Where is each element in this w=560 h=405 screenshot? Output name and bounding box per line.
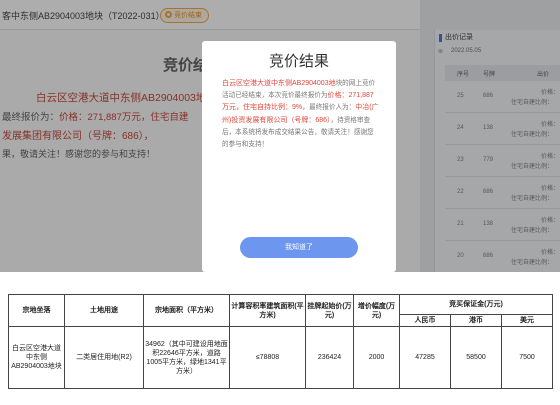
th-area: 宗地面积（平方米） — [143, 294, 230, 327]
th-usd: 美元 — [501, 314, 553, 327]
th-deposit: 竞买保证金(万元) — [399, 294, 553, 315]
th-land-use: 土地用途 — [64, 294, 144, 327]
td-rmb: 47285 — [399, 326, 451, 389]
auction-result-dialog: 竞价结果 白云区空港大道中东侧AB2904003地块的网上竞价活动已经结束，本次… — [202, 41, 396, 272]
th-increment: 增价幅度(万元) — [353, 294, 400, 327]
dialog-winner-label: 最终报价人为： — [309, 104, 356, 112]
th-hkd: 港币 — [450, 314, 502, 327]
dialog-body: 白云区空港大道中东侧AB2904003地块的网上竞价活动已经结束，本次竞价最终报… — [222, 78, 380, 151]
th-location: 宗地坐落 — [8, 294, 65, 327]
screenshot-region: 客中东侧AB2904003地块（T2022-031） 竞价结束 竞价结 白云区空… — [0, 0, 560, 272]
td-far-area: ≤78808 — [229, 326, 306, 389]
table-row: 白云区空港大道中东侧AB2904003地块 二类居住用地(R2) 34962（其… — [8, 326, 553, 389]
parcel-info-table: 宗地坐落 土地用途 宗地面积（平方米） 计算容积率建筑面积(平方米) 挂牌起始价… — [8, 294, 553, 390]
acknowledge-button[interactable]: 我知道了 — [240, 237, 358, 258]
td-start-price: 236424 — [305, 326, 354, 389]
th-start-price: 挂牌起始价(万元) — [305, 294, 354, 327]
dialog-parcel: 白云区空港大道中东侧AB2904003地 — [222, 80, 336, 87]
td-increment: 2000 — [353, 326, 400, 389]
td-usd: 7500 — [501, 326, 553, 389]
th-far-area: 计算容积率建筑面积(平方米) — [229, 294, 306, 327]
th-rmb: 人民币 — [399, 314, 451, 327]
dialog-title: 竞价结果 — [268, 53, 329, 70]
td-land-use: 二类居住用地(R2) — [64, 326, 144, 389]
td-hkd: 58500 — [450, 326, 502, 389]
td-area: 34962（其中可建设用地面积22646平方米，道路1005平方米，绿地1341… — [143, 326, 230, 389]
td-location: 白云区空港大道中东侧AB2904003地块 — [8, 326, 65, 389]
